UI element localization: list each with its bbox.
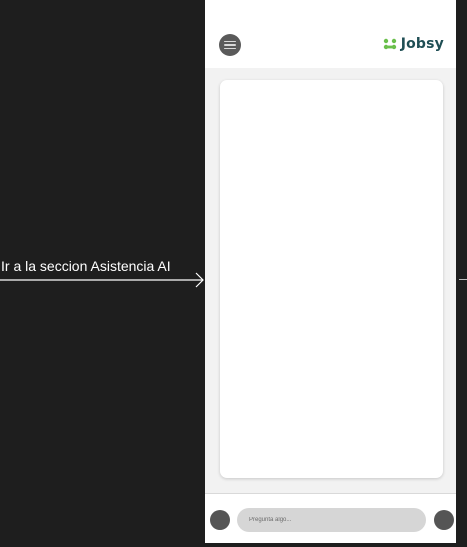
jobsy-logo-icon [383, 38, 396, 50]
hamburger-menu-icon[interactable] [219, 34, 241, 56]
chat-area [205, 68, 456, 493]
mobile-screen: Jobsy [205, 0, 456, 543]
flow-arrow-icon [0, 272, 204, 288]
app-header: Jobsy [205, 0, 456, 69]
attach-icon[interactable] [210, 510, 230, 530]
chat-messages-panel[interactable] [220, 80, 443, 478]
send-icon[interactable] [434, 510, 454, 530]
brand-name: Jobsy [400, 36, 444, 52]
chat-input-bar [205, 493, 456, 543]
flow-connector-line [459, 279, 467, 280]
ask-input[interactable] [237, 508, 426, 532]
brand-logo: Jobsy [383, 36, 444, 52]
